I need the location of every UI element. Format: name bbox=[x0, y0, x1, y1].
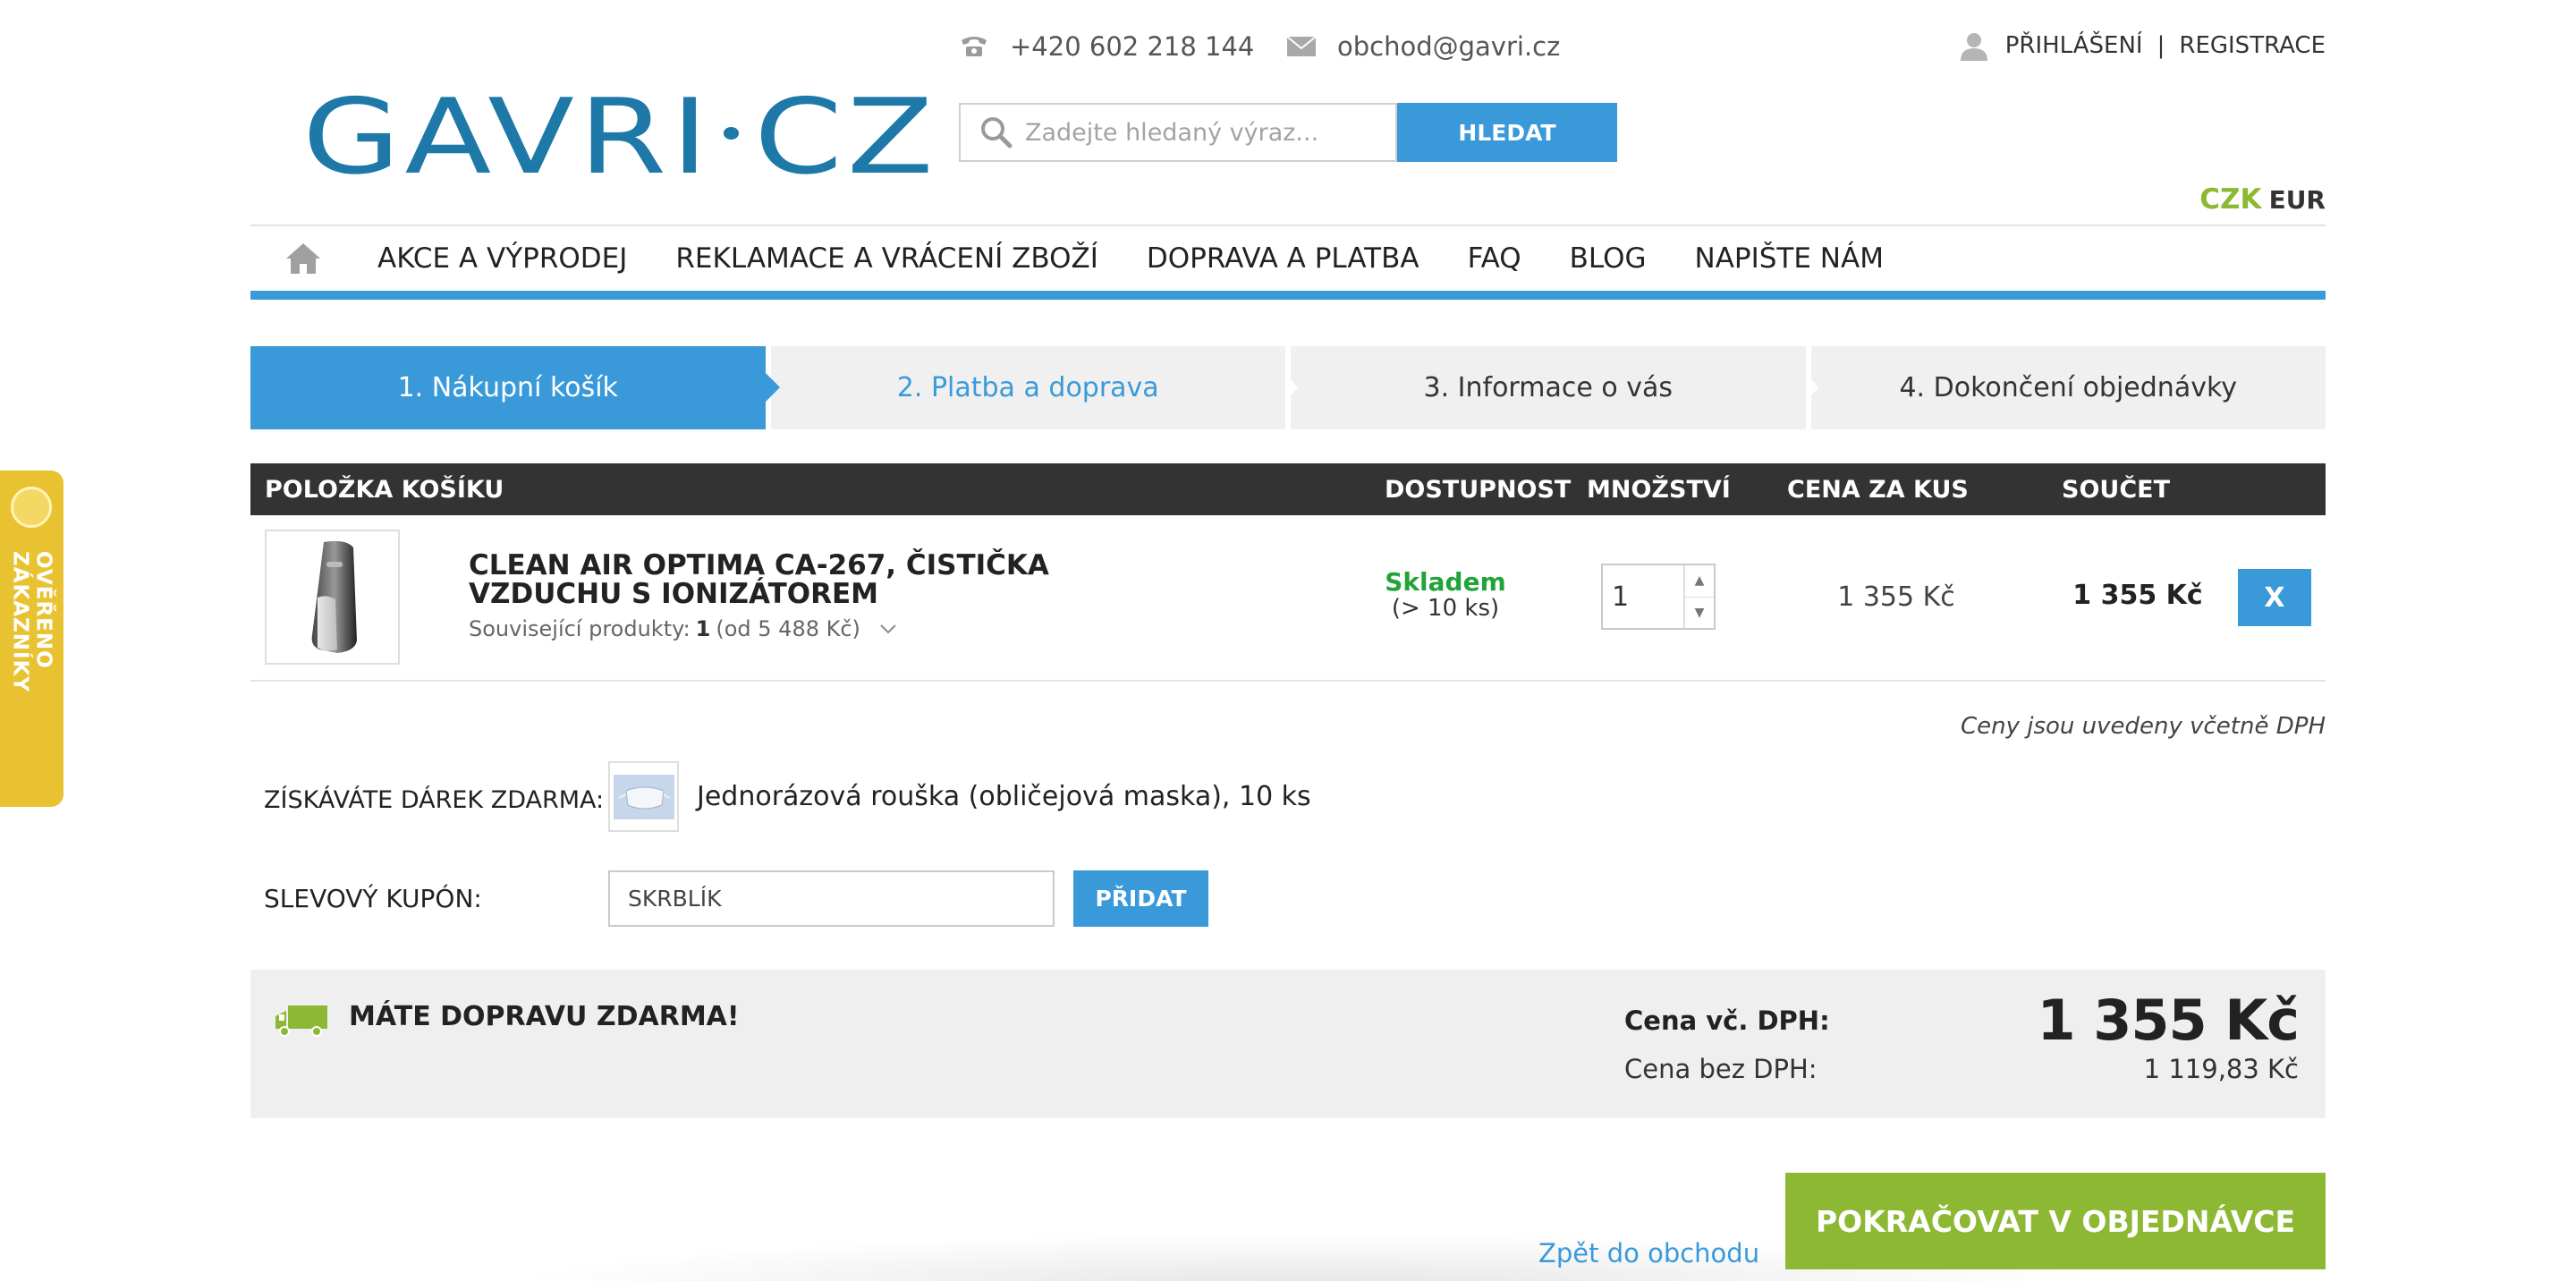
chevron-down-icon bbox=[880, 624, 896, 634]
price-with-vat-label: Cena vč. DPH: bbox=[1624, 1005, 1830, 1036]
apply-coupon-button[interactable]: PŘIDAT bbox=[1073, 870, 1208, 927]
quantity-arrows: ▲ ▼ bbox=[1683, 565, 1714, 628]
air-purifier-image bbox=[311, 540, 357, 653]
truck-icon bbox=[275, 1005, 327, 1037]
step-customer-info: 3. Informace o vás bbox=[1285, 346, 1806, 429]
cart-table-header: POLOŽKA KOŠÍKU DOSTUPNOST MNOŽSTVÍ CENA … bbox=[250, 463, 2326, 515]
availability: Skladem (> 10 ks) bbox=[1351, 567, 1540, 622]
related-products-label: Související produkty: bbox=[469, 616, 691, 641]
email-address: obchod@gavri.cz bbox=[1337, 31, 1561, 62]
vat-note: Ceny jsou uvedeny včetně DPH bbox=[1960, 713, 2326, 740]
register-link[interactable]: REGISTRACE bbox=[2179, 32, 2326, 59]
gift-name: Jednorázová rouška (obličejová maska), 1… bbox=[697, 781, 1311, 812]
home-icon[interactable] bbox=[263, 226, 343, 291]
back-to-shop-link[interactable]: Zpět do obchodu bbox=[1538, 1238, 1759, 1268]
nav-item-returns[interactable]: REKLAMACE A VRÁCENÍ ZBOŽÍ bbox=[675, 242, 1098, 275]
related-products-price: (od 5 488 Kč) bbox=[716, 616, 860, 641]
step-payment-shipping[interactable]: 2. Platba a doprava bbox=[765, 346, 1285, 429]
coupon-label: SLEVOVÝ KUPÓN: bbox=[264, 884, 482, 913]
search-button[interactable]: HLEDAT bbox=[1397, 103, 1617, 162]
quantity-up-icon[interactable]: ▲ bbox=[1685, 565, 1714, 598]
currency-czk[interactable]: CZK bbox=[2199, 183, 2261, 216]
product-thumbnail[interactable] bbox=[265, 530, 400, 665]
checkout-steps: 1. Nákupní košík 2. Platba a doprava 3. … bbox=[250, 346, 2326, 429]
price-with-vat: 1 355 Kč bbox=[2037, 988, 2300, 1053]
logo-text-right: CZ bbox=[754, 77, 938, 198]
step-order-complete: 4. Dokončení objednávky bbox=[1805, 346, 2326, 429]
free-shipping-notice: MÁTE DOPRAVU ZDARMA! bbox=[349, 1001, 740, 1032]
phone-contact[interactable]: +420 602 218 144 bbox=[958, 30, 1254, 63]
nav-item-blog[interactable]: BLOG bbox=[1570, 242, 1647, 275]
quantity-stepper: ▲ ▼ bbox=[1601, 564, 1716, 630]
nav-accent-bar bbox=[250, 291, 2326, 300]
nav-item-contact[interactable]: NAPIŠTE NÁM bbox=[1695, 242, 1884, 275]
search-field bbox=[959, 103, 1397, 162]
gift-label: ZÍSKÁVÁTE DÁREK ZDARMA: bbox=[264, 786, 605, 814]
currency-eur[interactable]: EUR bbox=[2269, 185, 2326, 215]
phone-icon bbox=[958, 30, 990, 63]
nav-item-shipping[interactable]: DOPRAVA A PLATBA bbox=[1147, 242, 1419, 275]
quantity-down-icon[interactable]: ▼ bbox=[1685, 598, 1714, 629]
stock-count: (> 10 ks) bbox=[1391, 595, 1500, 622]
col-total: SOUČET bbox=[2062, 476, 2170, 504]
row-total: 1 355 Kč bbox=[2072, 580, 2203, 611]
main-navigation: AKCE A VÝPRODEJ REKLAMACE A VRÁCENÍ ZBOŽ… bbox=[250, 226, 2326, 291]
logo-dot-icon bbox=[723, 127, 739, 140]
auth-separator: | bbox=[2157, 32, 2165, 59]
price-without-vat-label: Cena bez DPH: bbox=[1624, 1054, 1818, 1084]
login-link[interactable]: PŘIHLÁŠENÍ bbox=[2005, 32, 2143, 59]
col-unit-price: CENA ZA KUS bbox=[1787, 476, 1969, 504]
unit-price: 1 355 Kč bbox=[1837, 581, 1955, 613]
verified-reviews-tab[interactable]: OVĚŘENO ZÁKAZNÍKY bbox=[0, 471, 64, 807]
currency-switcher: CZK EUR bbox=[2199, 183, 2326, 216]
product-name-link[interactable]: CLEAN AIR OPTIMA CA-267, ČISTIČKA VZDUCH… bbox=[469, 551, 1202, 608]
col-availability: DOSTUPNOST bbox=[1385, 476, 1572, 504]
step-cart[interactable]: 1. Nákupní košík bbox=[250, 346, 779, 429]
related-products-toggle[interactable]: Související produkty: 1 (od 5 488 Kč) bbox=[469, 616, 898, 641]
search-icon bbox=[981, 117, 1013, 148]
verified-reviews-label: OVĚŘENO ZÁKAZNÍKY bbox=[8, 551, 55, 693]
remove-item-button[interactable]: X bbox=[2238, 569, 2311, 626]
col-quantity: MNOŽSTVÍ bbox=[1587, 476, 1731, 504]
envelope-icon bbox=[1285, 30, 1318, 63]
continue-order-button[interactable]: POKRAČOVAT V OBJEDNÁVCE bbox=[1785, 1173, 2326, 1269]
nav-item-faq[interactable]: FAQ bbox=[1468, 242, 1521, 275]
email-contact[interactable]: obchod@gavri.cz bbox=[1285, 30, 1560, 63]
stock-status: Skladem bbox=[1385, 567, 1506, 597]
cart-item-row: CLEAN AIR OPTIMA CA-267, ČISTIČKA VZDUCH… bbox=[250, 515, 2326, 682]
user-auth: PŘIHLÁŠENÍ | REGISTRACE bbox=[1959, 30, 2326, 61]
coupon-input[interactable] bbox=[608, 870, 1055, 927]
price-without-vat: 1 119,83 Kč bbox=[2143, 1054, 2299, 1084]
site-logo[interactable]: GAVRI CZ bbox=[302, 86, 938, 190]
user-icon bbox=[1960, 33, 1987, 61]
search-bar: HLEDAT bbox=[959, 103, 1617, 162]
related-products-count: 1 bbox=[695, 616, 711, 641]
col-item: POLOŽKA KOŠÍKU bbox=[265, 476, 504, 504]
order-summary: MÁTE DOPRAVU ZDARMA! Cena vč. DPH: 1 355… bbox=[250, 970, 2326, 1118]
quantity-input[interactable] bbox=[1603, 565, 1683, 628]
search-input[interactable] bbox=[1025, 118, 1383, 147]
face-mask-image bbox=[613, 774, 674, 819]
phone-number: +420 602 218 144 bbox=[1010, 31, 1255, 62]
verified-badge-icon bbox=[11, 487, 52, 528]
logo-text-left: GAVRI bbox=[302, 77, 713, 198]
nav-item-sales[interactable]: AKCE A VÝPRODEJ bbox=[377, 242, 627, 275]
gift-thumbnail[interactable] bbox=[608, 761, 679, 832]
